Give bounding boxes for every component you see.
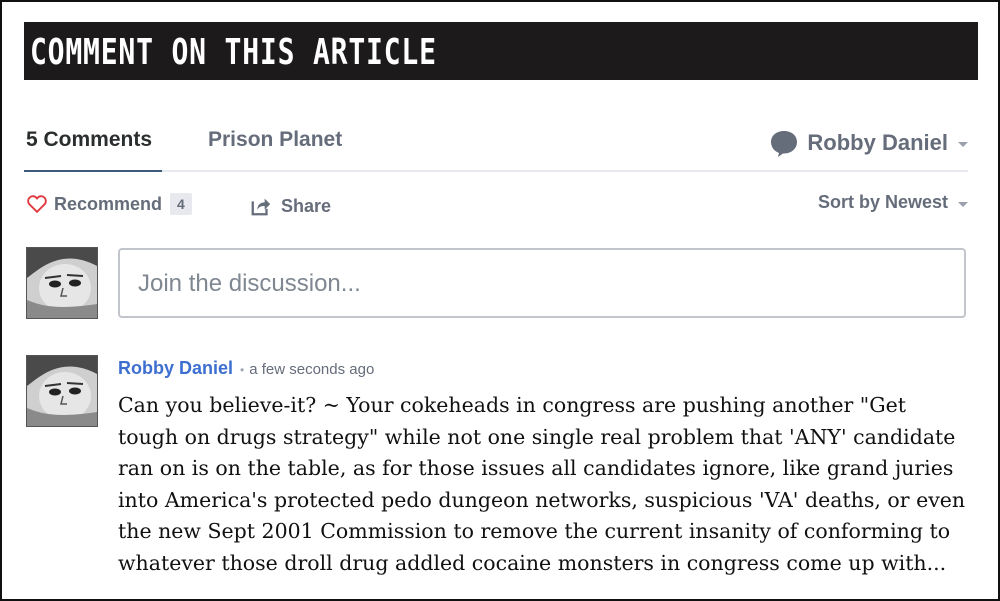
tab-comments[interactable]: 5 Comments (26, 128, 152, 152)
banner-title: COMMENT ON THIS ARTICLE (30, 32, 437, 73)
thread-actions: Recommend 4 Share Sort by Newest (24, 190, 968, 224)
comment-author-avatar[interactable] (26, 355, 98, 427)
comment-author-link[interactable]: Robby Daniel (118, 358, 233, 379)
user-menu[interactable]: Robby Daniel (769, 126, 968, 160)
recommend-button[interactable]: Recommend 4 (26, 193, 192, 215)
comment-header: Robby Daniel • a few seconds ago (118, 358, 968, 384)
current-user-avatar[interactable] (26, 247, 98, 319)
speech-bubble-icon (771, 131, 798, 157)
sort-label: Sort by Newest (817, 192, 948, 212)
share-icon (251, 198, 271, 216)
recommend-label: Recommend (54, 193, 163, 214)
chevron-down-icon (958, 142, 968, 147)
chevron-down-icon (958, 201, 968, 207)
heart-icon (27, 195, 47, 214)
comment-timestamp[interactable]: a few seconds ago (249, 361, 374, 378)
comment-item: Robby Daniel • a few seconds ago Can you… (118, 358, 968, 579)
comment-body: Can you believe-it? ~ Your cokeheads in … (118, 393, 966, 575)
meta-separator: • (240, 363, 245, 377)
share-label: Share (281, 195, 332, 216)
sort-dropdown[interactable]: Sort by Newest (818, 192, 968, 213)
avatar-image (27, 248, 97, 318)
nav-divider (24, 170, 968, 172)
recommend-count-badge: 4 (170, 193, 192, 215)
section-banner: COMMENT ON THIS ARTICLE (24, 22, 978, 80)
comments-nav: 5 Comments Prison Planet Robby Daniel (24, 114, 968, 174)
user-name: Robby Daniel (807, 130, 948, 155)
active-tab-indicator (24, 170, 162, 172)
share-button[interactable]: Share (250, 195, 331, 217)
tab-community[interactable]: Prison Planet (208, 128, 342, 152)
comment-input[interactable]: Join the discussion... (118, 248, 966, 318)
avatar-image (27, 356, 97, 426)
